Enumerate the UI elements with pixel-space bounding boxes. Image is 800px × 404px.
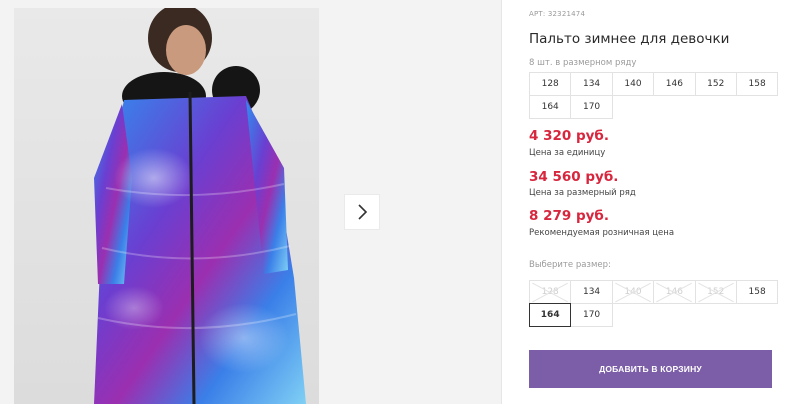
size-option-170[interactable]: 170	[570, 303, 613, 327]
unit-price-label: Цена за единицу	[529, 148, 606, 158]
range-size-cell: 158	[735, 72, 779, 96]
chevron-right-icon	[358, 204, 368, 220]
size-option-128[interactable]: 128	[529, 280, 572, 304]
size-option-134[interactable]: 134	[570, 280, 613, 304]
size-range-note: 8 шт. в размерном ряду	[529, 58, 637, 68]
unit-price: 4 320 руб.	[529, 128, 609, 144]
product-title: Пальто зимнее для девочки	[529, 31, 730, 47]
product-gallery	[0, 0, 502, 404]
size-option-146[interactable]: 146	[653, 280, 696, 304]
retail-price-label: Рекомендуемая розничная цена	[529, 228, 675, 238]
size-select-label: Выберите размер:	[529, 260, 611, 270]
range-size-cell: 170	[570, 95, 613, 119]
size-option-152[interactable]: 152	[694, 280, 737, 304]
product-photo	[14, 8, 319, 404]
product-page: АРТ: 32321474 Пальто зимнее для девочки …	[0, 0, 800, 404]
range-size-cell: 152	[694, 72, 737, 96]
size-select-grid: 128 134 140 146 152 158 164 170	[529, 280, 779, 327]
size-range-grid: 128 134 140 146 152 158 164 170	[529, 72, 779, 119]
range-size-cell: 146	[653, 72, 696, 96]
range-size-cell: 128	[529, 72, 572, 96]
size-option-164[interactable]: 164	[529, 303, 572, 327]
range-size-cell: 164	[529, 95, 572, 119]
size-option-140[interactable]: 140	[611, 280, 655, 304]
add-to-cart-button[interactable]: ДОБАВИТЬ В КОРЗИНУ	[529, 350, 772, 388]
range-size-cell: 134	[570, 72, 613, 96]
size-option-158[interactable]: 158	[735, 280, 779, 304]
product-sku: АРТ: 32321474	[529, 10, 586, 18]
retail-price: 8 279 руб.	[529, 208, 609, 224]
gallery-next-button[interactable]	[344, 194, 380, 230]
range-size-cell: 140	[611, 72, 655, 96]
range-price: 34 560 руб.	[529, 169, 619, 185]
range-price-label: Цена за размерный ряд	[529, 188, 636, 198]
